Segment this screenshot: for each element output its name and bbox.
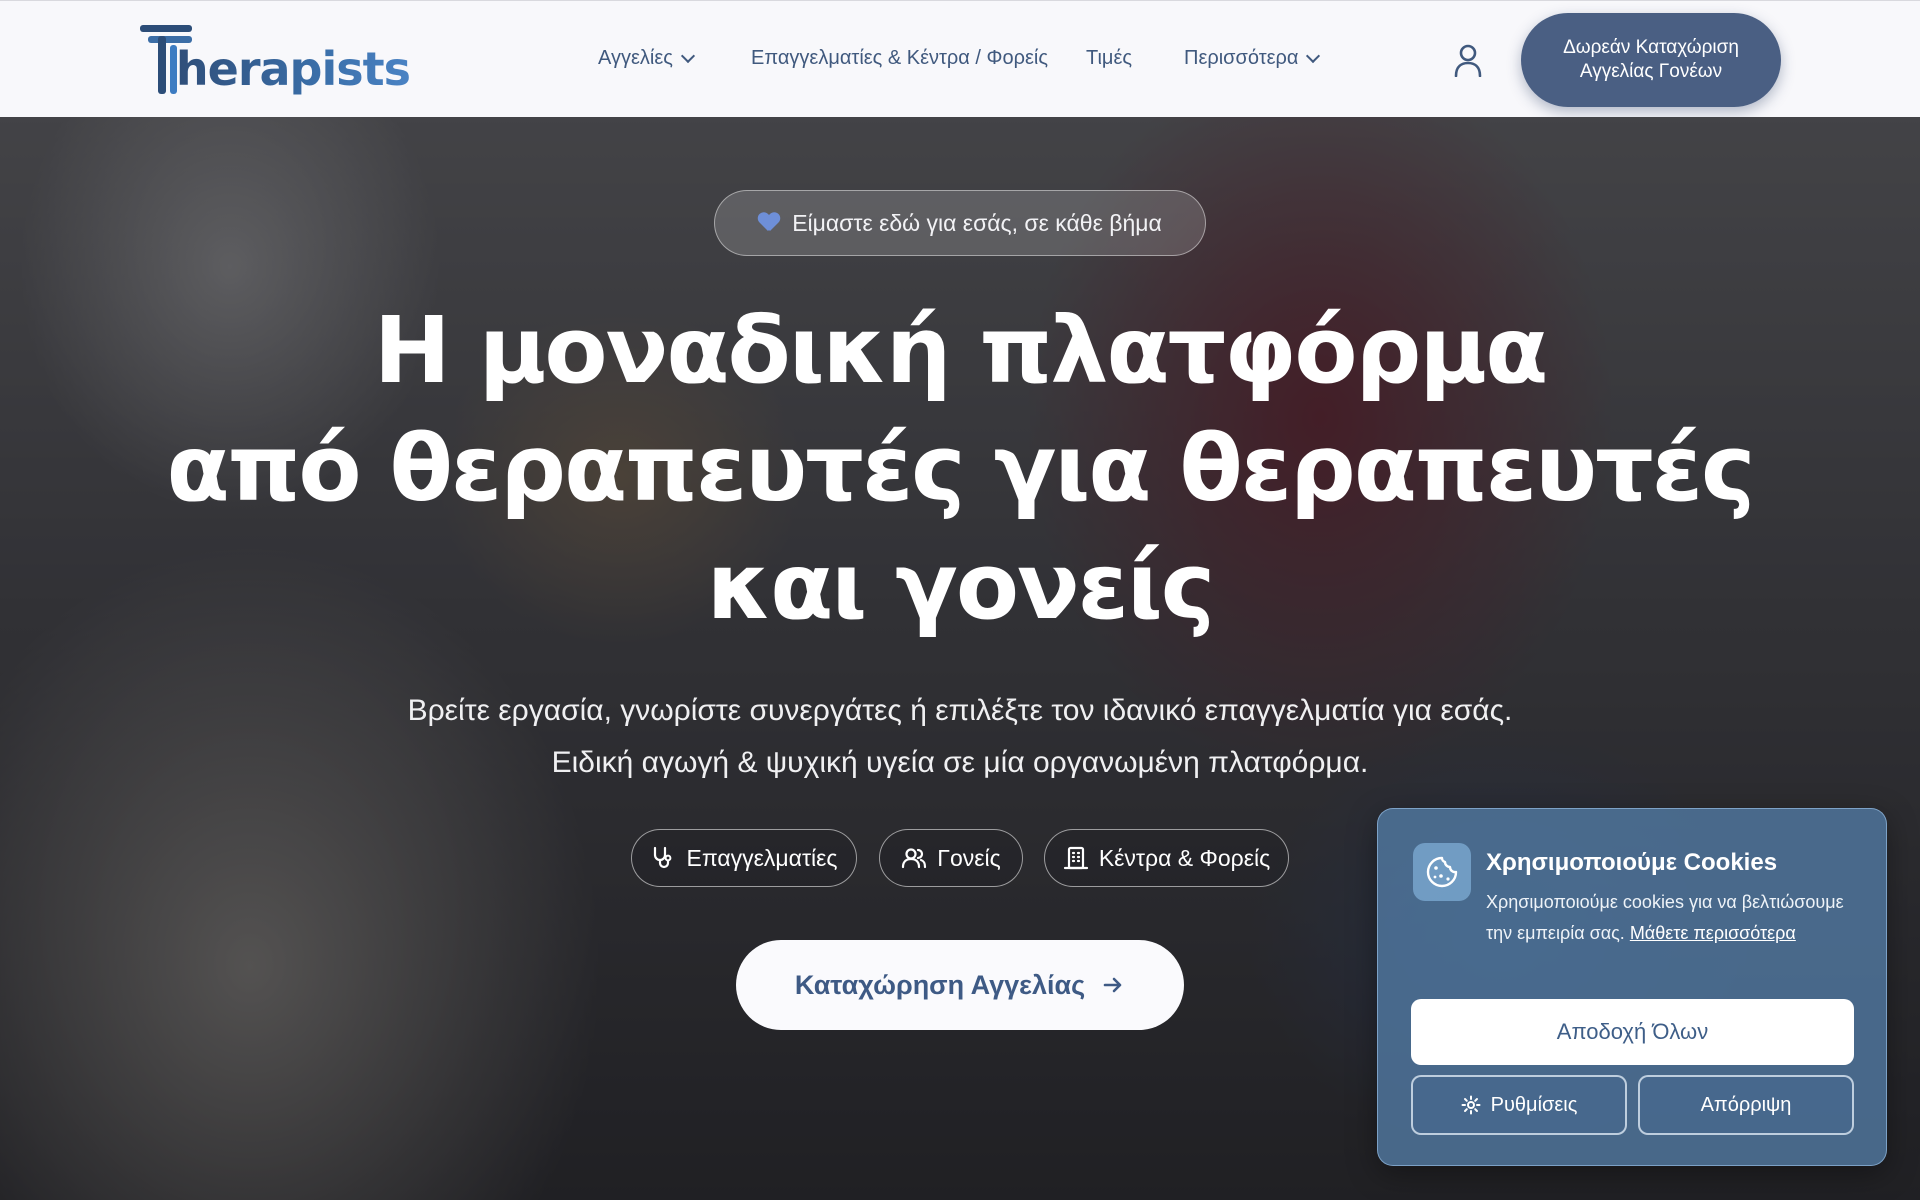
- headline-line-2: από θεραπευτές για θεραπευτές: [166, 415, 1755, 522]
- hero-badge-text: Είμαστε εδώ για εσάς, σε κάθε βήμα: [792, 209, 1162, 236]
- heart-icon: [758, 213, 780, 233]
- headline-line-3: και γονείς: [706, 533, 1216, 640]
- users-icon: [902, 848, 927, 869]
- hero-headline: Η μοναδική πλατφόρμα από θεραπευτές για …: [160, 292, 1760, 646]
- accept-all-label: Αποδοχή Όλων: [1556, 1019, 1709, 1044]
- headline-line-1: Η μοναδική πλατφόρμα: [373, 297, 1549, 404]
- nav-item-more[interactable]: Περισσότερα: [1184, 47, 1321, 70]
- nav-item-listings[interactable]: Αγγελίες: [598, 47, 695, 70]
- cookie-description: Χρησιμοποιούμε cookies για να βελτιώσουμ…: [1486, 887, 1856, 949]
- free-parent-listing-button[interactable]: Δωρεάν Καταχώριση Αγγελίας Γονέων: [1521, 13, 1781, 107]
- chevron-down-icon: [680, 48, 695, 63]
- pill-centers[interactable]: Κέντρα & Φορείς: [1044, 829, 1289, 887]
- nav-item-label: Περισσότερα: [1184, 47, 1299, 69]
- logo-t-mark-icon: [140, 21, 192, 99]
- cta-line-2: Αγγελίας Γονέων: [1579, 61, 1723, 82]
- cookie-consent-panel: Χρησιμοποιούμε Cookies Χρησιμοποιούμε co…: [1377, 808, 1887, 1166]
- subheadline-line-2: Ειδική αγωγή & ψυχική υγεία σε μία οργαν…: [551, 746, 1369, 779]
- cookie-icon: [1413, 843, 1471, 901]
- accept-all-cookies-button[interactable]: Αποδοχή Όλων: [1411, 999, 1854, 1065]
- chevron-down-icon: [1306, 48, 1321, 63]
- cta-line-1: Δωρεάν Καταχώριση: [1563, 37, 1739, 58]
- cookie-title: Χρησιμοποιούμε Cookies: [1486, 849, 1778, 876]
- pill-parents[interactable]: Γονείς: [879, 829, 1023, 887]
- hero-subheadline: Βρείτε εργασία, γνωρίστε συνεργάτες ή επ…: [160, 685, 1760, 789]
- logo-text: herapists: [176, 46, 411, 99]
- reject-cookies-button[interactable]: Απόρριψη: [1638, 1075, 1854, 1135]
- cookie-settings-button[interactable]: Ρυθμίσεις: [1411, 1075, 1627, 1135]
- nav-item-professionals[interactable]: Επαγγελματίες & Κέντρα / Φορείς: [751, 47, 1048, 70]
- therapists-logo[interactable]: herapists: [140, 19, 411, 99]
- arrow-right-icon: [1103, 977, 1122, 993]
- cookie-learn-more-link[interactable]: Μάθετε περισσότερα: [1630, 923, 1796, 943]
- pill-label: Επαγγελματίες: [686, 844, 838, 871]
- stethoscope-icon: [654, 846, 672, 869]
- pill-professionals[interactable]: Επαγγελματίες: [631, 829, 857, 887]
- gear-icon: [1461, 1095, 1481, 1115]
- nav-item-label: Τιμές: [1086, 47, 1132, 69]
- nav-item-label: Επαγγελματίες & Κέντρα / Φορείς: [751, 47, 1048, 69]
- subheadline-line-1: Βρείτε εργασία, γνωρίστε συνεργάτες ή επ…: [407, 694, 1513, 727]
- cookie-settings-label: Ρυθμίσεις: [1490, 1093, 1578, 1116]
- nav-item-label: Αγγελίες: [598, 47, 673, 69]
- pill-label: Κέντρα & Φορείς: [1098, 844, 1271, 871]
- post-listing-button[interactable]: Καταχώρηση Αγγελίας: [736, 940, 1184, 1030]
- site-header: herapists Αγγελίες Επαγγελματίες & Κέντρ…: [0, 0, 1920, 117]
- nav-item-prices[interactable]: Τιμές: [1086, 47, 1132, 70]
- user-account-icon[interactable]: [1453, 43, 1483, 77]
- building-icon: [1063, 846, 1088, 870]
- reject-label: Απόρριψη: [1700, 1093, 1792, 1116]
- post-listing-label: Καταχώρηση Αγγελίας: [794, 969, 1086, 1000]
- hero-badge: Είμαστε εδώ για εσάς, σε κάθε βήμα: [714, 190, 1206, 256]
- pill-label: Γονείς: [937, 844, 1001, 871]
